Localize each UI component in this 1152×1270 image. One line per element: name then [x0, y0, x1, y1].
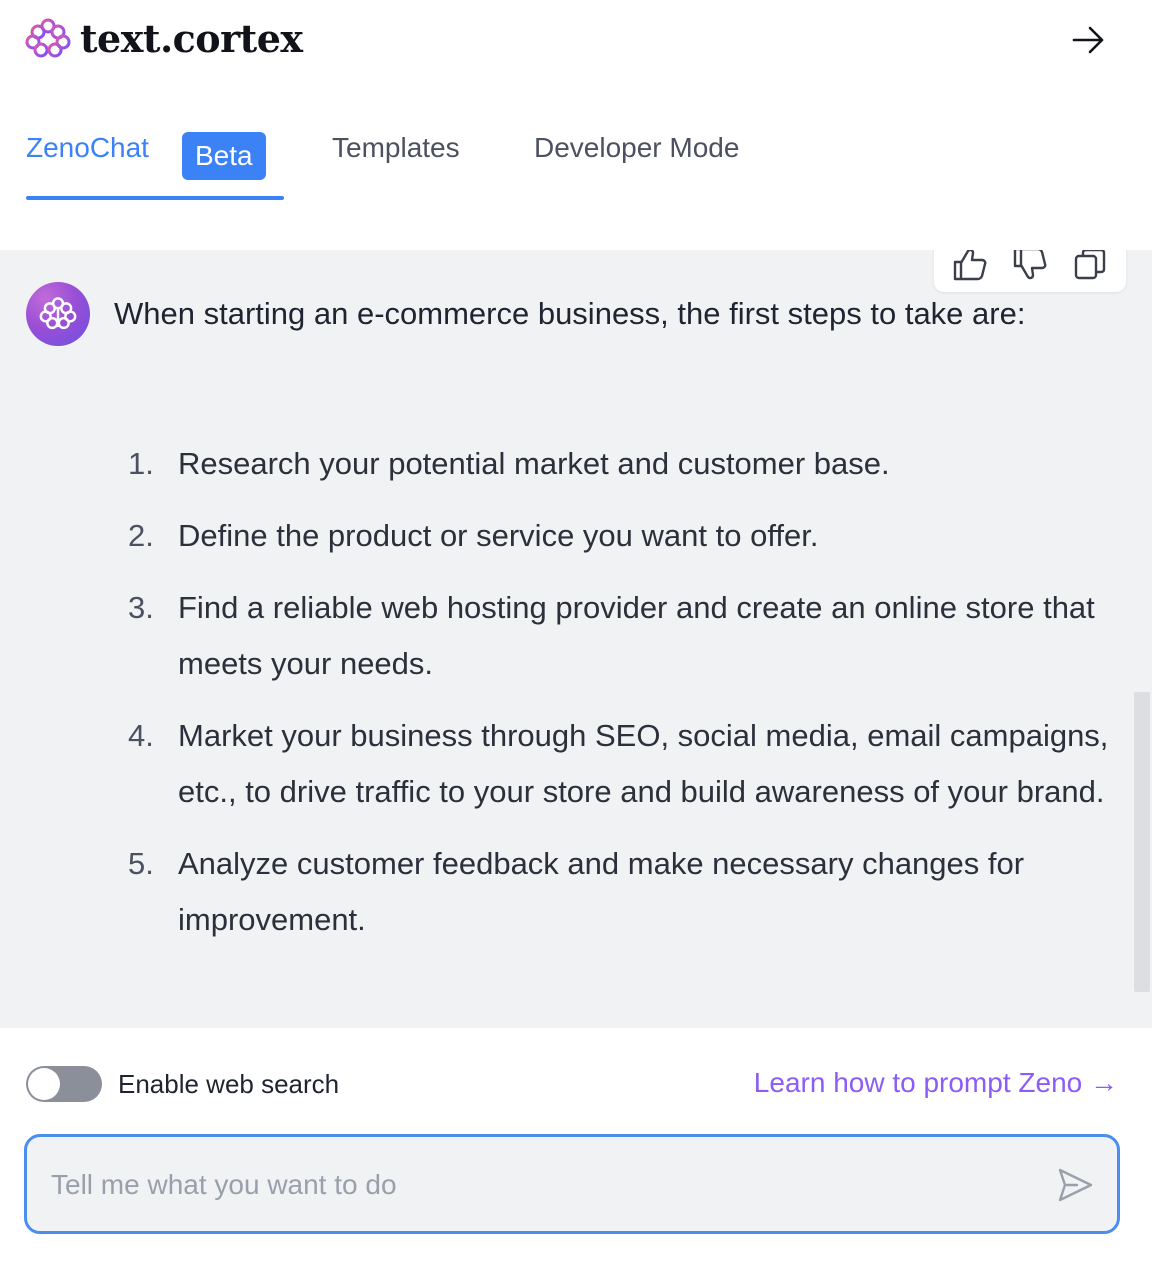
- list-item-text: Analyze customer feedback and make neces…: [178, 846, 1025, 937]
- list-item-text: Find a reliable web hosting provider and…: [178, 590, 1095, 681]
- header: text.cortex: [0, 0, 1152, 80]
- chat-area[interactable]: When starting an e-commerce business, th…: [0, 250, 1152, 1028]
- list-item-text: Define the product or service you want t…: [178, 518, 819, 553]
- chat-scrollbar[interactable]: [1134, 692, 1150, 992]
- list-item-number: 3.: [128, 590, 154, 625]
- brain-icon: [24, 17, 72, 61]
- list-item: 4. Market your business through SEO, soc…: [128, 708, 1128, 820]
- list-item-text: Research your potential market and custo…: [178, 446, 890, 481]
- list-item: 1. Research your potential market and cu…: [128, 436, 1128, 492]
- prompt-box: [24, 1134, 1120, 1234]
- prompt-input[interactable]: [51, 1161, 1031, 1209]
- steps-list: 1. Research your potential market and cu…: [128, 436, 1128, 964]
- list-item: 5. Analyze customer feedback and make ne…: [128, 836, 1128, 948]
- web-search-label: Enable web search: [118, 1069, 340, 1099]
- tab-zenochat[interactable]: ZenoChat: [26, 132, 149, 164]
- list-item: 3. Find a reliable web hosting provider …: [128, 580, 1128, 692]
- learn-prompting-link[interactable]: Learn how to prompt Zeno →: [754, 1064, 1118, 1102]
- list-item-number: 5.: [128, 846, 154, 881]
- list-item-number: 2.: [128, 518, 154, 553]
- composer: Enable web search Learn how to prompt Ze…: [0, 1028, 1152, 1270]
- thumbs-up-button[interactable]: [948, 250, 992, 286]
- beta-badge: Beta: [182, 132, 266, 180]
- send-icon: [1058, 1168, 1093, 1202]
- toggle-knob: [28, 1068, 60, 1100]
- thumbs-up-icon: [953, 250, 987, 281]
- zenochat-panel: text.cortex ZenoChat Beta Templates Deve…: [0, 0, 1152, 1270]
- active-tab-indicator: [26, 196, 284, 200]
- copy-button[interactable]: [1068, 250, 1112, 286]
- brand-name: text.cortex: [80, 16, 303, 61]
- collapse-panel-button[interactable]: [1068, 22, 1108, 58]
- list-item: 2. Define the product or service you wan…: [128, 508, 1128, 564]
- assistant-message-intro: When starting an e-commerce business, th…: [114, 296, 1026, 331]
- zeno-avatar: [26, 282, 90, 346]
- tab-templates[interactable]: Templates: [332, 132, 460, 164]
- send-button[interactable]: [1055, 1165, 1095, 1205]
- tab-developer-mode[interactable]: Developer Mode: [534, 132, 739, 164]
- brain-icon: [39, 297, 77, 330]
- brand-logo: text.cortex: [24, 16, 303, 61]
- list-item-number: 4.: [128, 718, 154, 753]
- thumbs-down-button[interactable]: [1008, 250, 1052, 286]
- web-search-toggle[interactable]: [26, 1066, 102, 1102]
- copy-icon: [1074, 250, 1106, 280]
- thumbs-down-icon: [1013, 250, 1047, 280]
- list-item-text: Market your business through SEO, social…: [178, 718, 1109, 809]
- list-item-number: 1.: [128, 446, 154, 481]
- tab-bar: ZenoChat Beta Templates Developer Mode: [0, 118, 1152, 208]
- arrow-right-icon: [1072, 26, 1104, 54]
